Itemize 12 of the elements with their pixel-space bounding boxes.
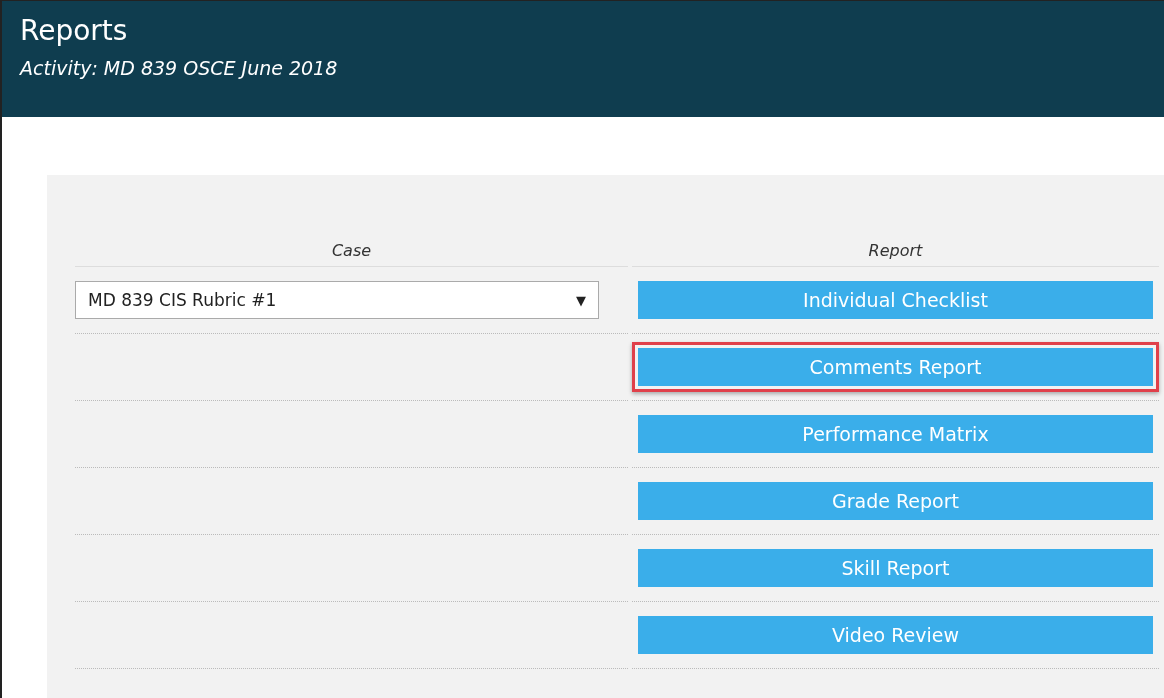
report-button[interactable]: Video Review (638, 616, 1153, 654)
case-dropdown[interactable]: MD 839 CIS Rubric #1 ▼ (75, 281, 599, 319)
column-header: Case (75, 235, 628, 267)
column-header: Report (632, 235, 1159, 267)
dropdown-arrow-icon: ▼ (576, 292, 586, 308)
report-button[interactable]: Grade Report (638, 482, 1153, 520)
page-title: Reports (20, 13, 129, 49)
activity-label: Activity: MD 839 OSCE June 2018 (20, 57, 339, 79)
report-button[interactable]: Skill Report (638, 549, 1153, 587)
report-button[interactable]: Individual Checklist (638, 281, 1153, 319)
report-button[interactable]: Performance Matrix (638, 415, 1153, 453)
report-button[interactable]: Comments Report (638, 348, 1153, 386)
